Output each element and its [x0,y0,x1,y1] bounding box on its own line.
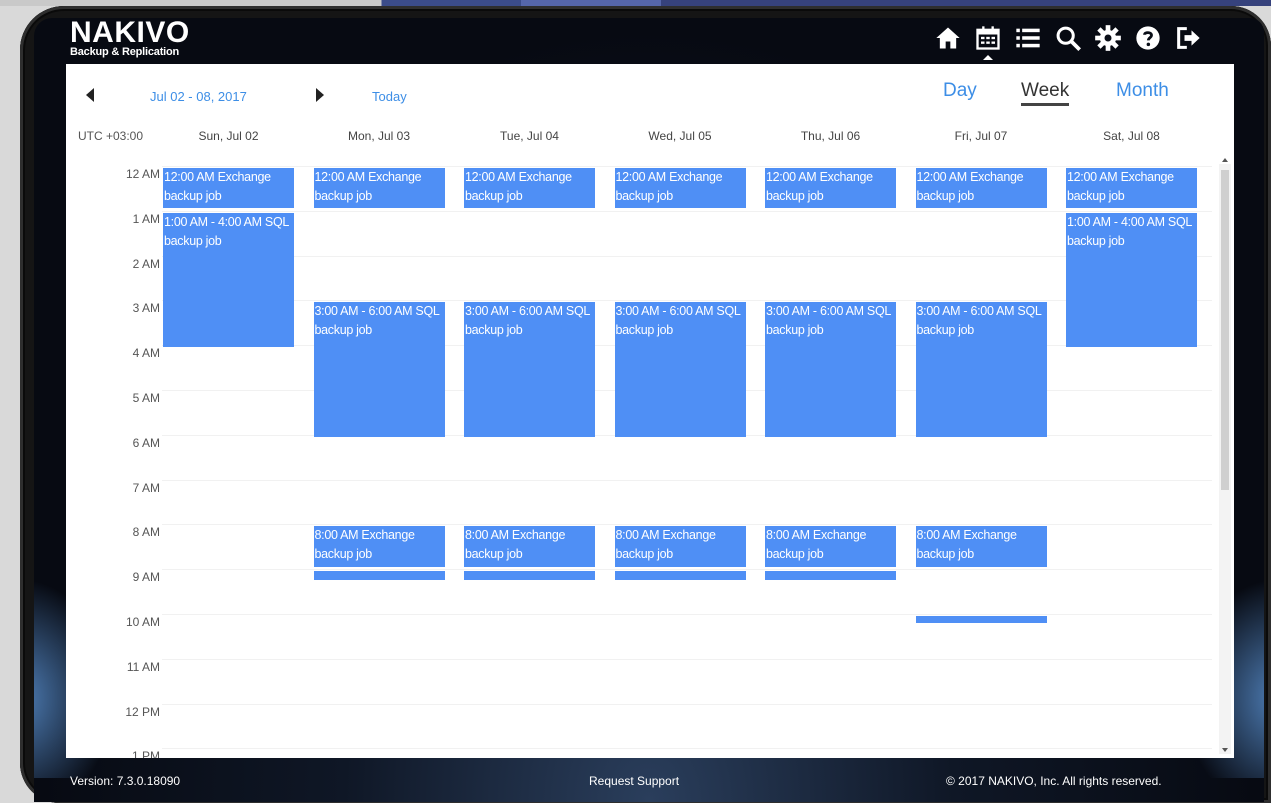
hour-label: 7 AM [132,480,160,495]
calendar-event[interactable]: 3:00 AM - 6:00 AM SQL backup job [313,302,445,437]
calendar-event[interactable]: 12:00 AM Exchange backup job [765,168,896,209]
hour-label: 1 PM [131,749,160,758]
hour-gridline [162,658,1212,660]
calendar-event[interactable]: 8:00 AM Exchange backup job [765,526,896,567]
hour-label: 5 AM [132,391,160,405]
day-header: Fri, Jul 07 [954,129,1008,143]
scroll-down-icon[interactable] [1222,748,1228,752]
next-week-button[interactable] [316,88,324,102]
top-toolbar [932,22,1204,60]
hour-gridline [162,569,1212,571]
gear-icon[interactable] [1092,22,1124,54]
hour-gridline [162,300,1212,302]
hour-label: 9 AM [132,570,160,585]
hour-label: 12 PM [125,704,160,719]
day-header: Thu, Jul 06 [800,129,861,143]
brand-name: NAKIVO [70,18,190,49]
hour-label: 8 AM [132,525,160,540]
hour-gridline [162,748,1212,750]
hour-gridline [162,703,1212,705]
calendar-event[interactable]: 8:00 AM Exchange backup job [464,526,595,567]
date-range-label[interactable]: Jul 02 - 08, 2017 [150,89,247,104]
calendar-nav: Jul 02 - 08, 2017 Today Day Week Month [66,64,1234,126]
hour-label: 12 AM [125,167,160,181]
calendar-event[interactable]: 12:00 AM Exchange backup job [163,168,294,209]
calendar-panel: Jul 02 - 08, 2017 Today Day Week Month U… [66,64,1234,758]
calendar-event[interactable]: 12:00 AM Exchange backup job [614,168,746,209]
view-month-tab[interactable]: Month [1116,80,1169,102]
calendar-event-bar[interactable] [313,571,445,581]
hour-label: 3 AM [132,301,160,316]
hour-gridline [162,255,1212,257]
timezone-label: UTC +03:00 [78,129,144,143]
calendar-event[interactable]: 8:00 AM Exchange backup job [915,526,1047,567]
calendar-event-bar[interactable] [765,571,896,581]
app-screen: NAKIVO Backup & Replication Jul 02 - 08,… [34,18,1264,802]
search-icon[interactable] [1052,22,1084,54]
logout-icon[interactable] [1172,22,1204,54]
vertical-scrollbar[interactable] [1219,158,1231,754]
calendar-event[interactable]: 12:00 AM Exchange backup job [313,168,445,209]
calendar-icon[interactable] [972,22,1004,60]
hour-gridline [162,614,1212,615]
hour-gridline [162,166,1212,167]
footer: Version: 7.3.0.18090 Request Support © 2… [34,766,1264,796]
calendar-event[interactable]: 12:00 AM Exchange backup job [1066,168,1197,209]
calendar-event[interactable]: 1:00 AM - 4:00 AM SQL backup job [1066,212,1197,348]
calendar-event[interactable]: 12:00 AM Exchange backup job [464,168,595,209]
day-header: Sun, Jul 02 [198,129,259,143]
calendar-event-bar[interactable] [915,616,1047,623]
request-support-link[interactable]: Request Support [589,774,679,788]
help-icon[interactable] [1132,22,1164,54]
day-header: Wed, Jul 05 [648,129,712,143]
hour-gridline [162,479,1212,481]
list-icon[interactable] [1012,22,1044,54]
calendar-event[interactable]: 1:00 AM - 4:00 AM SQL backup job [163,212,294,348]
prev-week-button[interactable] [86,88,94,102]
hour-label: 10 AM [125,615,160,629]
hour-label: 2 AM [132,256,160,271]
scroll-up-icon[interactable] [1222,158,1228,162]
active-indicator [983,55,993,60]
calendar-event[interactable]: 3:00 AM - 6:00 AM SQL backup job [915,302,1047,437]
calendar-event[interactable]: 8:00 AM Exchange backup job [313,526,445,567]
home-icon[interactable] [932,22,964,54]
calendar-event[interactable]: 3:00 AM - 6:00 AM SQL backup job [464,302,595,437]
view-week-tab[interactable]: Week [1021,80,1070,106]
version-label: Version: 7.3.0.18090 [70,774,181,788]
copyright-label: © 2017 NAKIVO, Inc. All rights reserved. [946,774,1162,788]
hour-gridline [162,524,1212,526]
hour-label: 4 AM [132,346,160,361]
today-button[interactable]: Today [372,89,407,104]
brand-logo[interactable]: NAKIVO Backup & Replication [70,18,190,58]
hour-gridline [162,210,1212,212]
day-header: Mon, Jul 03 [347,129,411,143]
scroll-thumb[interactable] [1221,170,1229,490]
calendar-event-bar[interactable] [464,571,595,581]
brand-subtitle: Backup & Replication [70,46,180,58]
hour-label: 11 AM [126,659,160,674]
calendar-event[interactable]: 8:00 AM Exchange backup job [614,526,746,567]
hour-label: 1 AM [132,211,160,226]
day-header: Tue, Jul 04 [500,129,559,143]
view-day-tab[interactable]: Day [943,80,977,102]
calendar-event[interactable]: 3:00 AM - 6:00 AM SQL backup job [765,302,896,437]
day-header: Sat, Jul 08 [1103,129,1160,143]
calendar-event-bar[interactable] [614,571,746,581]
calendar-event[interactable]: 12:00 AM Exchange backup job [915,168,1047,209]
calendar-event[interactable]: 3:00 AM - 6:00 AM SQL backup job [614,302,746,437]
hour-label: 6 AM [132,435,160,450]
